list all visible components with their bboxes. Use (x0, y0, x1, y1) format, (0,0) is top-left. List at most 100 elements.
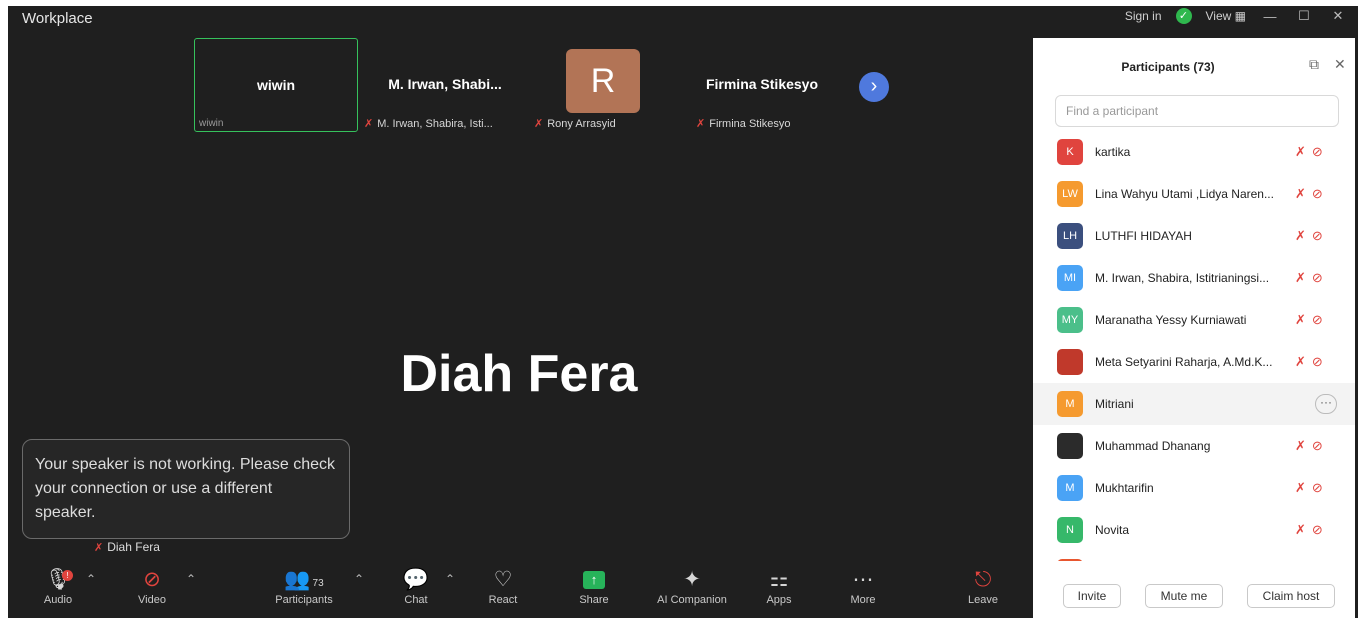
participant-row[interactable]: Muhammad Dhanang ✗⊘ (1033, 425, 1355, 467)
participant-row[interactable]: N Novita ✗⊘ (1033, 509, 1355, 551)
react-label: React (488, 594, 518, 606)
participant-row[interactable]: MI M. Irwan, Shabira, Istitrianingsi... ✗⊘ (1033, 257, 1355, 299)
participant-row[interactable]: M Mukhtarifin ✗⊘ (1033, 467, 1355, 509)
status-icons: ✗⊘ (1295, 228, 1329, 244)
avatar: M (1057, 391, 1083, 417)
participant-row[interactable]: MY Maranatha Yessy Kurniawati ✗⊘ (1033, 299, 1355, 341)
mic-muted-icon: ✗ (94, 542, 104, 554)
participants-options-caret-icon[interactable]: ⌃ (354, 572, 364, 586)
video-off-icon: ⊘ (1311, 228, 1329, 243)
security-shield-icon[interactable]: ✓ (1175, 8, 1192, 24)
avatar (1057, 559, 1083, 561)
active-speaker-caption: ✗ Diah Fera (94, 540, 160, 554)
leave-label: Leave (968, 594, 998, 606)
avatar: MY (1057, 307, 1083, 333)
avatar: K (1057, 139, 1083, 165)
video-options-caret-icon[interactable]: ⌃ (186, 572, 196, 586)
panel-title: Participants (73) (1121, 60, 1215, 74)
video-tile-m-irwan[interactable]: M. Irwan, Shabi... ✗ M. Irwan, Shabira, I… (360, 38, 530, 132)
chat-button[interactable]: 💬 Chat (376, 566, 456, 606)
meeting-toolbar: 🎙 ! Audio ⌃ ⊘ Video ⌃ 👥 73 Participants ⌃… (8, 562, 1030, 618)
mic-muted-icon: ✗ (1295, 480, 1312, 495)
audio-label: Audio (43, 594, 73, 606)
sparkle-icon: ✦ (683, 568, 701, 591)
status-icons: ✗⊘ (1295, 522, 1329, 538)
participants-icon-wrap: 👥 73 (264, 566, 344, 594)
video-off-icon: ⊘ (1311, 480, 1329, 495)
active-speaker-caption-text: Diah Fera (107, 540, 160, 554)
chat-options-caret-icon[interactable]: ⌃ (445, 572, 455, 586)
video-button[interactable]: ⊘ Video (112, 566, 192, 606)
leave-door-icon: ⎋ (974, 568, 992, 591)
participant-name: Mitriani (1095, 397, 1134, 411)
participant-row[interactable]: LW Lina Wahyu Utami ,Lidya Naren... ✗⊘ (1033, 173, 1355, 215)
view-button[interactable]: View ▦ (1206, 9, 1246, 23)
status-icons: ✗⊘ (1295, 144, 1329, 160)
more-dots-icon: ⋯ (852, 568, 874, 591)
more-options-button[interactable]: ··· (1315, 394, 1337, 414)
avatar: LH (1057, 223, 1083, 249)
tile-name: wiwin (256, 77, 296, 93)
ai-companion-button[interactable]: ✦ AI Companion (646, 566, 738, 606)
tile-caption-text: M. Irwan, Shabira, Isti... (377, 118, 493, 130)
meeting-window: Workplace Sign in ✓ View ▦ — ☐ ✕ wiwin w… (8, 6, 1358, 618)
sign-in-link[interactable]: Sign in (1125, 9, 1162, 23)
mute-me-button[interactable]: Mute me (1145, 584, 1223, 608)
heart-icon: ♡ (493, 568, 513, 591)
status-icons: ✗⊘ (1295, 480, 1329, 496)
chat-icon: 💬 (402, 568, 430, 591)
apps-label: Apps (766, 594, 792, 606)
video-off-icon: ⊘ (1311, 354, 1329, 369)
more-button[interactable]: ⋯ More (823, 566, 903, 606)
claim-host-button[interactable]: Claim host (1247, 584, 1335, 608)
tile-caption: ✗ Rony Arrasyid (534, 117, 616, 130)
video-off-icon: ⊘ (1311, 522, 1329, 537)
video-tile-rony[interactable]: R ✗ Rony Arrasyid (530, 38, 680, 132)
status-icons: ✗⊘ (1295, 186, 1329, 202)
participants-button[interactable]: 👥 73 Participants (264, 566, 344, 606)
participant-name: Mukhtarifin (1095, 481, 1154, 495)
avatar: R (566, 49, 640, 113)
participant-list: Kkartika ✗⊘ LW Lina Wahyu Utami ,Lidya Nare… (1033, 131, 1355, 561)
tile-caption: ✗ M. Irwan, Shabira, Isti... (364, 117, 493, 130)
participant-row[interactable]: M Mitriani ··· (1033, 383, 1355, 425)
avatar: MI (1057, 265, 1083, 291)
video-tile-firmina[interactable]: Firmina Stikesyo ✗ Firmina Stikesyo (682, 38, 842, 132)
leave-button[interactable]: ⎋ Leave (943, 566, 1023, 606)
participant-name: LUTHFI HIDAYAH (1095, 229, 1192, 243)
mic-muted-icon: ✗ (1295, 186, 1312, 201)
react-button[interactable]: ♡ React (463, 566, 543, 606)
mic-muted-icon: ✗ (1295, 144, 1312, 159)
video-tile-wiwin[interactable]: wiwin wiwin (194, 38, 358, 132)
participant-row[interactable]: ✗⊘ (1033, 551, 1355, 561)
avatar (1057, 433, 1083, 459)
video-off-icon: ⊘ (1311, 312, 1329, 327)
participant-name: Maranatha Yessy Kurniawati (1095, 313, 1247, 327)
mic-muted-icon: ✗ (1295, 228, 1312, 243)
invite-button[interactable]: Invite (1063, 584, 1121, 608)
participant-row[interactable]: Meta Setyarini Raharja, A.Md.K... ✗⊘ (1033, 341, 1355, 383)
participants-count: 73 (312, 578, 324, 589)
participant-search-input[interactable] (1055, 95, 1339, 127)
close-icon[interactable]: ✕ (1334, 56, 1346, 73)
audio-options-caret-icon[interactable]: ⌃ (86, 572, 96, 586)
popout-icon[interactable]: ⧉ (1309, 56, 1319, 73)
maximize-button[interactable]: ☐ (1294, 8, 1314, 24)
participant-name: Novita (1095, 523, 1130, 537)
next-page-arrow-icon[interactable]: › (859, 72, 889, 102)
app-title: Workplace (22, 10, 93, 27)
participant-row[interactable]: Kkartika ✗⊘ (1033, 131, 1355, 173)
close-window-button[interactable]: ✕ (1328, 8, 1348, 24)
video-off-icon: ⊘ (143, 568, 161, 591)
participants-label: Participants (275, 594, 333, 606)
participant-row[interactable]: LH LUTHFI HIDAYAH ✗⊘ (1033, 215, 1355, 257)
tile-caption: wiwin (199, 118, 224, 129)
apps-button[interactable]: ⚏ Apps (739, 566, 819, 606)
active-speaker-name: Diah Fera (400, 345, 638, 403)
minimize-button[interactable]: — (1260, 9, 1280, 24)
share-button[interactable]: ↑ Share (554, 566, 634, 606)
status-icons: ✗⊘ (1295, 270, 1329, 286)
toast-text: Your speaker is not working. Please chec… (35, 456, 336, 521)
video-off-icon: ⊘ (1311, 438, 1329, 453)
share-icon: ↑ (583, 571, 605, 590)
